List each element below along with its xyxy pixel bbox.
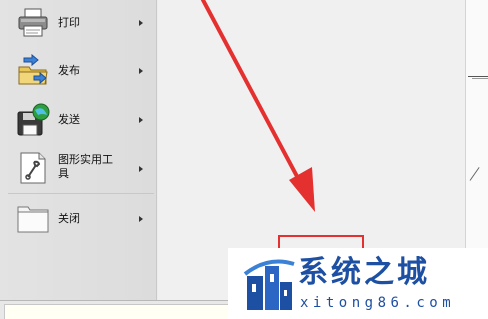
watermark: 系统之城 xitong86.com: [228, 248, 488, 319]
watermark-url: xitong86.com: [300, 295, 456, 311]
castle-logo-icon: [243, 259, 295, 310]
watermark-title: 系统之城: [298, 255, 430, 290]
